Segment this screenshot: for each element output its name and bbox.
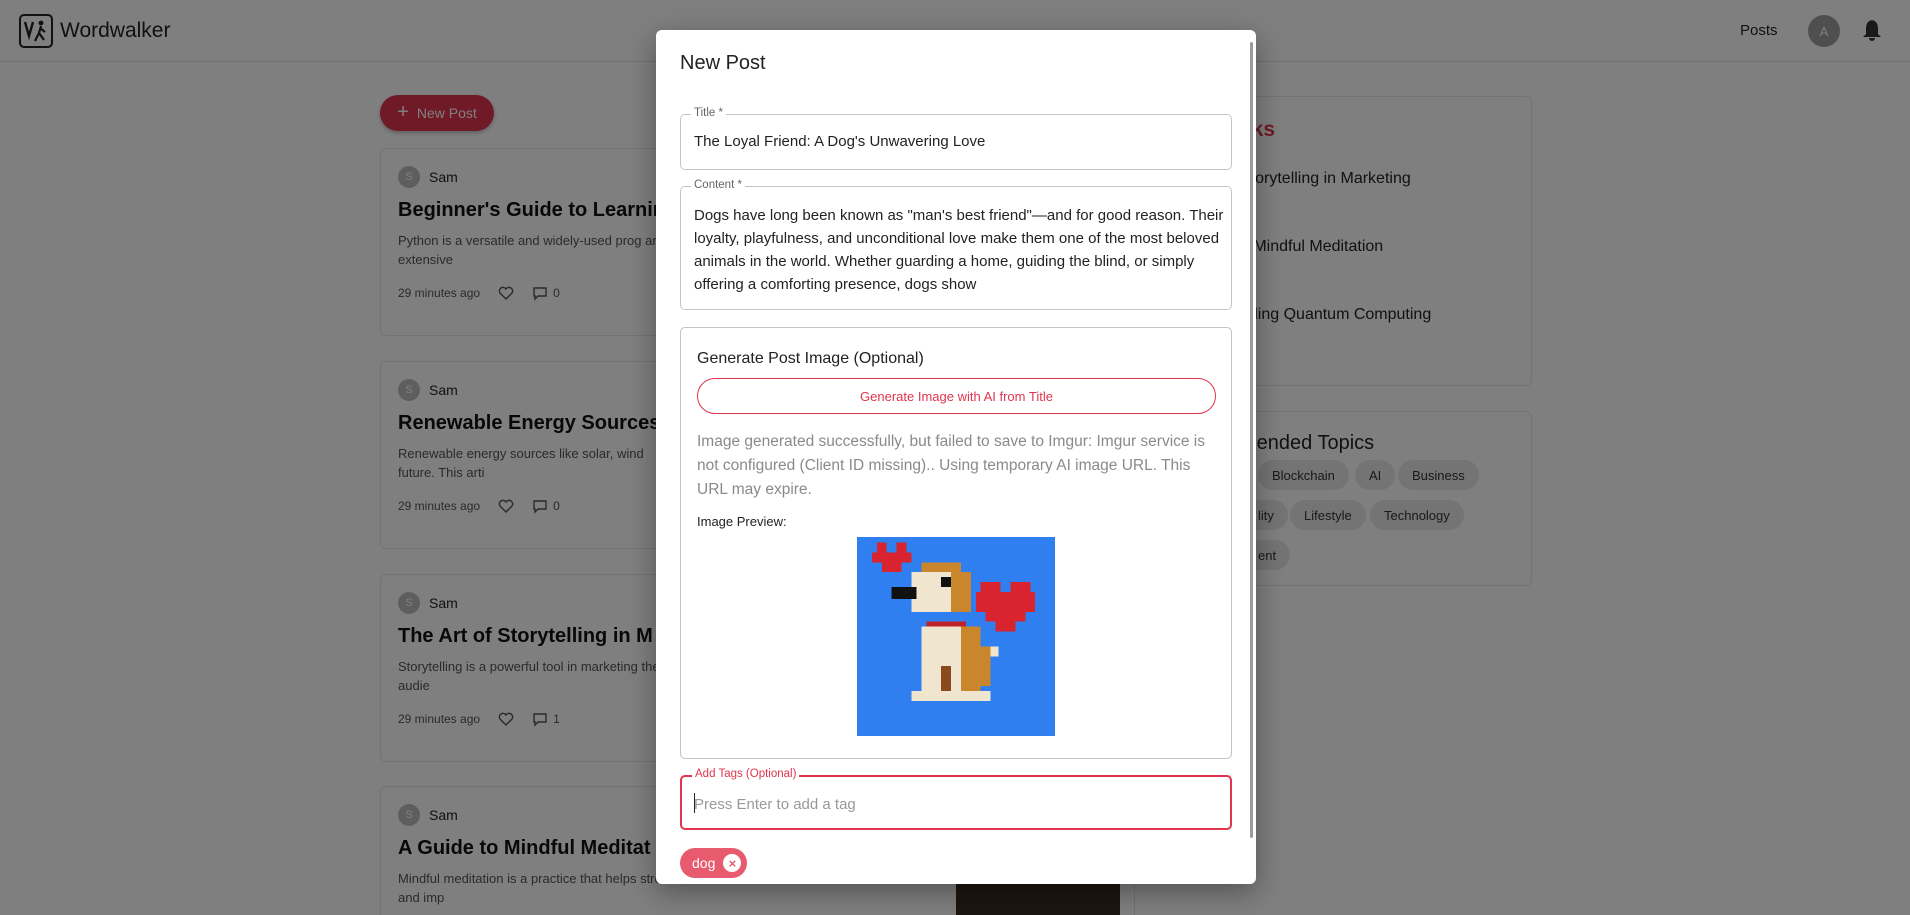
text-cursor [694, 793, 695, 813]
new-post-dialog: New Post Title * The Loyal Friend: A Dog… [656, 30, 1256, 884]
content-field-label: Content * [691, 179, 745, 191]
tags-input[interactable] [694, 793, 1214, 815]
tags-field-label: Add Tags (Optional) [692, 768, 800, 780]
tags-field[interactable]: Add Tags (Optional) [680, 768, 1232, 830]
title-field-label: Title * [691, 107, 726, 119]
generate-image-button[interactable]: Generate Image with AI from Title [697, 378, 1216, 414]
content-textarea[interactable]: Dogs have long been known as "man's best… [694, 204, 1224, 296]
image-generator-section: Generate Post Image (Optional) Generate … [680, 327, 1232, 759]
modal-scrollbar[interactable] [1250, 42, 1253, 838]
remove-tag-icon[interactable]: × [723, 854, 742, 872]
tag-chip-label: dog [692, 855, 716, 871]
dialog-title: New Post [680, 52, 766, 74]
content-field[interactable]: Content * Dogs have long been known as "… [680, 179, 1232, 310]
tag-chip[interactable]: dog × [680, 848, 748, 878]
title-field[interactable]: Title * The Loyal Friend: A Dog's Unwave… [680, 107, 1232, 170]
image-section-heading: Generate Post Image (Optional) [697, 350, 924, 367]
generated-image-preview [857, 537, 1055, 736]
title-input[interactable]: The Loyal Friend: A Dog's Unwavering Lov… [694, 133, 985, 150]
image-preview-label: Image Preview: [697, 514, 787, 529]
image-status-message: Image generated successfully, but failed… [697, 433, 1206, 498]
